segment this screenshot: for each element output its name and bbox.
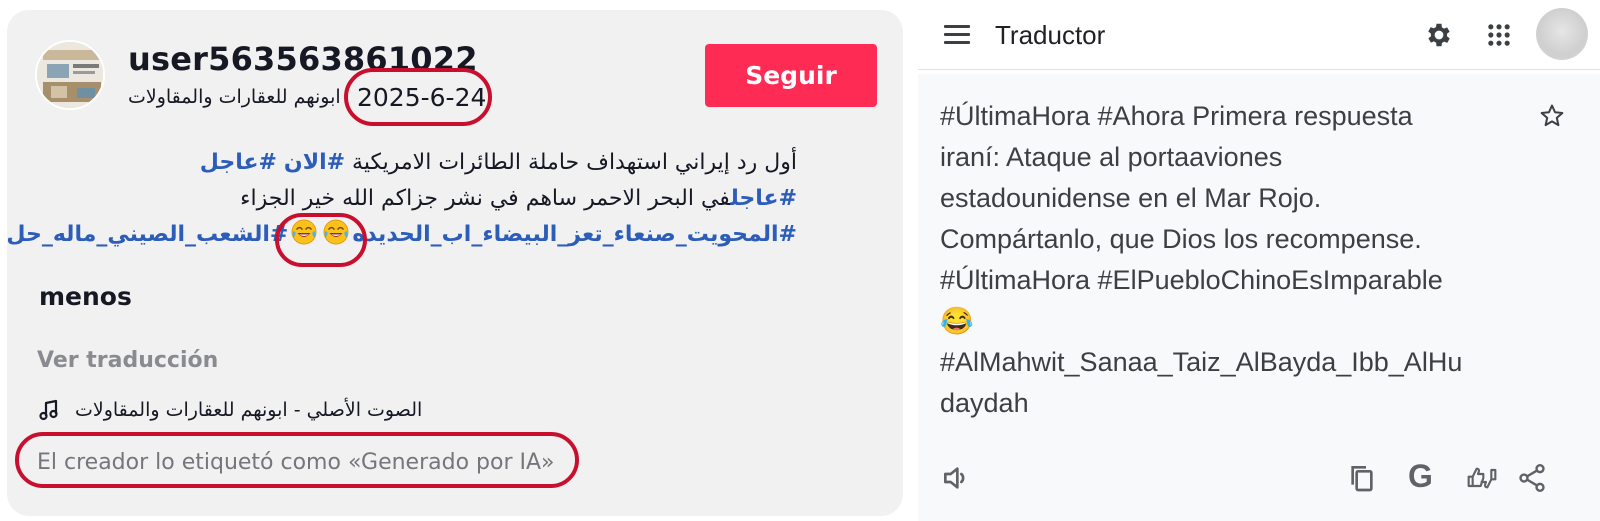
menu-icon[interactable] (944, 25, 970, 45)
copy-icon[interactable] (1346, 462, 1378, 494)
caption-text: أول رد إيراني استهداف حاملة الطائرات الا… (345, 150, 797, 175)
translation-line: 😂 (940, 306, 974, 336)
creator-avatar[interactable] (35, 40, 105, 110)
hashtag-link[interactable]: #الان (284, 150, 345, 175)
translation-line: #AlMahwit_Sanaa_Taiz_AlBayda_Ibb_AlHu (940, 347, 1463, 377)
translation-text: #ÚltimaHora #Ahora Primera respuesta iran… (940, 96, 1540, 424)
translator-panel: Traductor #ÚltimaHora #Ahora Primera res… (918, 0, 1600, 521)
translation-line: #ÚltimaHora #ElPuebloChinoEsImparable (940, 265, 1443, 295)
hashtag-link[interactable]: #الشعب_الصيني_ماله_حل (6, 222, 288, 247)
google-icon[interactable]: G (1408, 458, 1433, 495)
account-avatar[interactable] (1536, 8, 1588, 60)
ai-generated-label: El creador lo etiquetó como «Generado po… (37, 450, 555, 475)
tears-of-joy-emoji-icon (291, 219, 317, 245)
apps-grid-icon[interactable] (1485, 21, 1513, 49)
caption-text (277, 150, 284, 175)
star-icon[interactable] (1538, 102, 1566, 130)
speaker-icon[interactable] (940, 462, 972, 494)
music-note-icon (39, 399, 58, 421)
music-row[interactable]: الصوت الأصلي - ابونهم للعقارات والمقاولا… (37, 395, 422, 425)
translation-line: iraní: Ataque al portaaviones (940, 142, 1283, 172)
hashtag-link[interactable]: #المحويت_صنعاء_تعز_البيضاء_اب_الحديده (352, 222, 797, 247)
thumbs-icon[interactable] (1466, 462, 1498, 494)
caption-line: أول رد إيراني استهداف حاملة الطائرات الا… (37, 145, 797, 181)
share-icon[interactable] (1516, 462, 1548, 494)
translation-line: estadounidense en el Mar Rojo. (940, 183, 1322, 213)
tears-of-joy-emoji-icon (323, 219, 349, 245)
translation-line: #ÚltimaHora #Ahora Primera respuesta (940, 101, 1413, 131)
post-date: 2025-6-24 (357, 83, 487, 112)
caption-text: في البحر الاحمر ساهم في نشر جزاكم الله خ… (240, 186, 731, 211)
caption-line: #المحويت_صنعاء_تعز_البيضاء_اب_الحديده #ال… (6, 217, 797, 253)
translator-header: Traductor (918, 0, 1600, 70)
post-caption: أول رد إيراني استهداف حاملة الطائرات الا… (6, 145, 797, 253)
translation-toolbar: G (918, 454, 1600, 504)
caption-line: #عاجلفي البحر الاحمر ساهم في نشر جزاكم ا… (37, 181, 797, 217)
creator-username[interactable]: user563563861022 (128, 40, 478, 78)
follow-button[interactable]: Seguir (705, 44, 877, 107)
translation-output: #ÚltimaHora #Ahora Primera respuesta iran… (918, 74, 1600, 521)
hashtag-link[interactable]: #عاجل (200, 150, 277, 175)
avatar-image (37, 42, 103, 108)
post-card: user563563861022 ابونهم للعقارات والمقاو… (6, 10, 903, 516)
translation-line: daydah (940, 388, 1029, 418)
translator-title: Traductor (995, 20, 1106, 50)
hashtag-link[interactable]: #عاجل (730, 186, 797, 211)
creator-nickname: ابونهم للعقارات والمقاولات (128, 86, 341, 108)
gear-icon[interactable] (1424, 20, 1454, 50)
see-translation-button[interactable]: Ver traducción (37, 348, 218, 373)
translation-line: Compártanlo, que Dios los recompense. (940, 224, 1422, 254)
see-less-button[interactable]: menos (39, 282, 132, 311)
music-title: الصوت الأصلي - ابونهم للعقارات والمقاولا… (75, 399, 423, 421)
